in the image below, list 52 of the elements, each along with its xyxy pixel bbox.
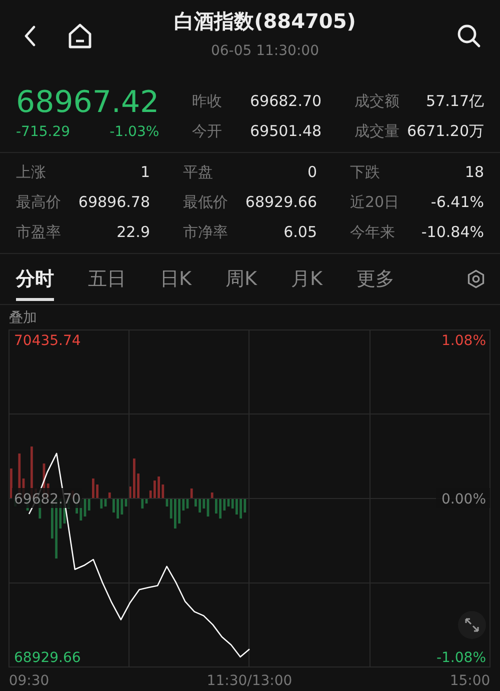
field-label: 昨收 <box>192 92 222 110</box>
stat-label: 近20日 <box>350 192 400 212</box>
stat-value: 0 <box>307 163 317 181</box>
chart-tab[interactable]: 分时 <box>16 258 54 300</box>
datetime: 06-05 11:30:00 <box>210 43 319 59</box>
change-percent: -1.03% <box>110 124 160 140</box>
time-label: 09:30 <box>8 673 50 689</box>
home-icon[interactable] <box>66 22 94 50</box>
field-value: 57.17亿 <box>426 92 484 110</box>
field-label: 成交额 <box>354 92 400 110</box>
chart-tab[interactable]: 月K <box>290 258 322 300</box>
stat-label: 最低价 <box>183 192 228 212</box>
stat-value: -10.84% <box>421 223 484 241</box>
stat-value: 18 <box>464 163 484 181</box>
stat-label: 市净率 <box>183 222 228 242</box>
stat-label: 上涨 <box>16 162 46 182</box>
axis-label: 1.08% <box>442 333 486 349</box>
expand-icon[interactable] <box>458 611 486 639</box>
back-icon[interactable] <box>22 24 38 48</box>
axis-label: 0.00% <box>442 492 486 508</box>
chart-tab[interactable]: 五日 <box>88 258 126 300</box>
change: -715.29 <box>16 124 70 140</box>
stat-label: 最高价 <box>16 192 61 212</box>
price: 68967.42 <box>16 86 160 120</box>
stat-value: 22.9 <box>116 223 150 241</box>
stat-label: 今年来 <box>350 222 395 242</box>
stat-label: 市盈率 <box>16 222 61 242</box>
axis-label: 70435.74 <box>14 333 81 349</box>
time-label: 15:00 <box>450 673 490 689</box>
stat-label: 平盘 <box>183 162 213 182</box>
field-label: 成交量 <box>354 122 400 140</box>
time-label: 11:30/13:00 <box>206 673 292 689</box>
axis-label: -1.08% <box>436 650 486 666</box>
field-value: 69501.48 <box>250 122 322 140</box>
chart-tab[interactable]: 日K <box>160 258 192 300</box>
stat-label: 下跌 <box>350 162 380 182</box>
field-value: 69682.70 <box>250 92 322 110</box>
axis-label: 69682.70 <box>14 492 81 508</box>
axis-label: 68929.66 <box>14 650 81 666</box>
settings-icon[interactable] <box>466 269 486 289</box>
stat-value: -6.41% <box>430 193 484 211</box>
stat-value: 69896.78 <box>78 193 150 211</box>
page-title: 白酒指数(884705) <box>174 8 356 35</box>
field-value: 6671.20万 <box>406 122 484 140</box>
stat-value: 6.05 <box>284 223 317 241</box>
stat-value: 68929.66 <box>245 193 317 211</box>
search-icon[interactable] <box>456 23 482 49</box>
overlay-button[interactable]: 叠加 <box>0 305 37 327</box>
stat-value: 1 <box>140 163 150 181</box>
field-label: 今开 <box>192 122 222 140</box>
chart-tab[interactable]: 更多 <box>356 258 394 300</box>
chart-tab[interactable]: 周K <box>225 258 257 300</box>
